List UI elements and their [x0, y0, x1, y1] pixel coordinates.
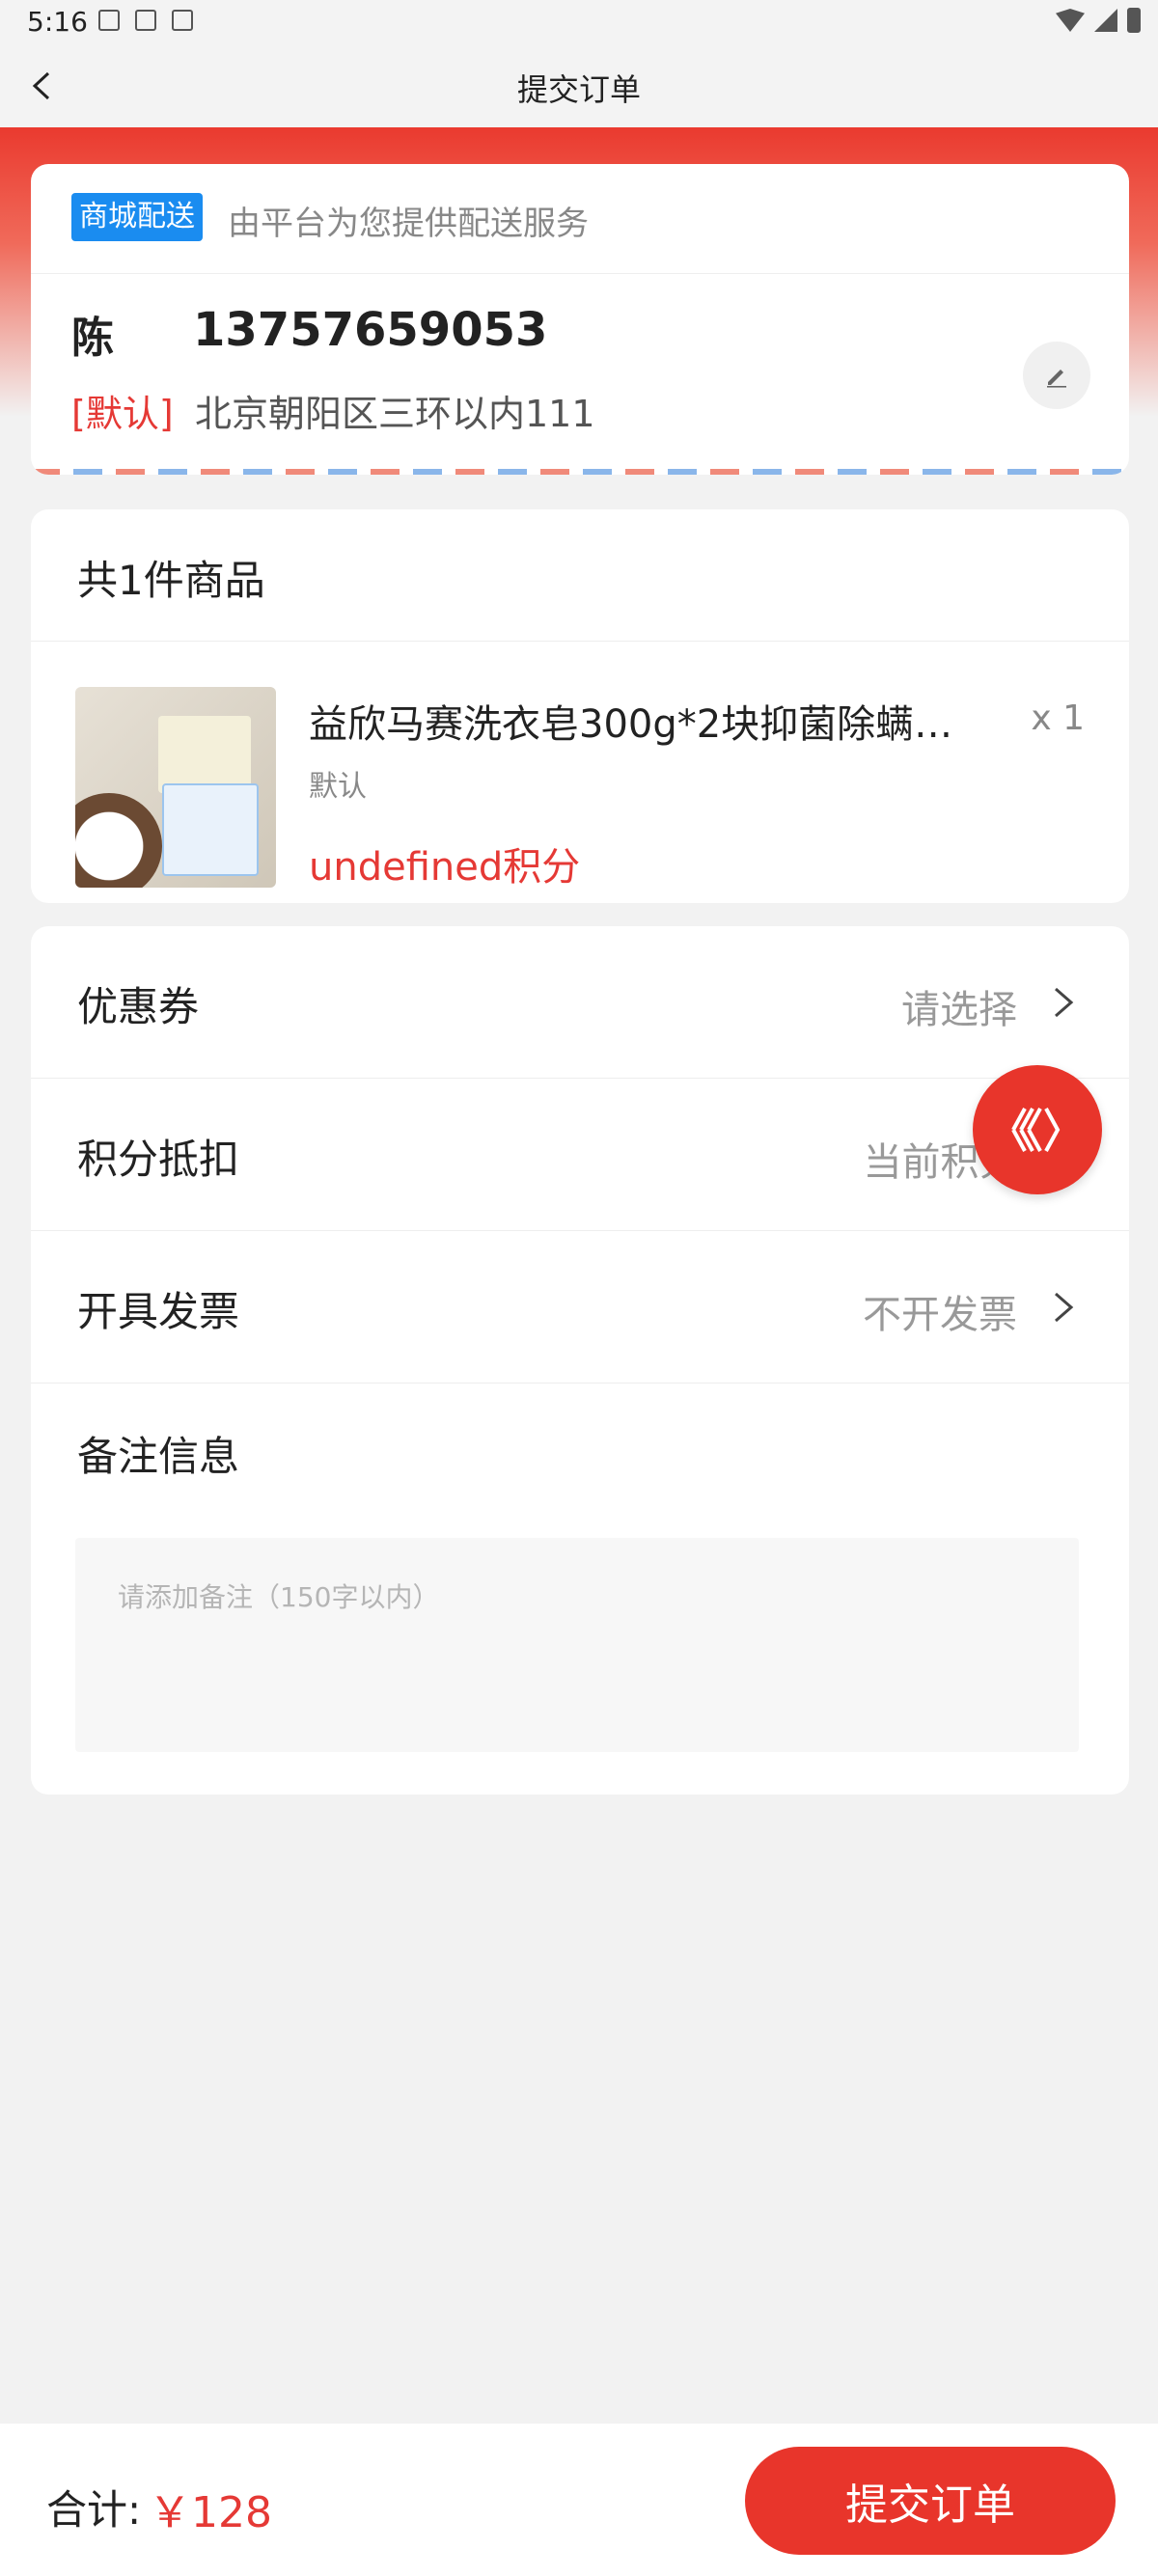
- recipient-phone: 13757659053: [193, 303, 548, 357]
- envelope-stripe: [31, 469, 1129, 475]
- total-label: 合计:: [46, 2486, 142, 2534]
- delivery-tag: 商城配送: [71, 193, 203, 241]
- app-notification-icon: [172, 10, 193, 31]
- default-address-tag: [默认]: [71, 393, 174, 435]
- page-title: 提交订单: [516, 71, 641, 108]
- divider: [31, 641, 1129, 642]
- invoice-row[interactable]: 开具发票 不开发票: [31, 1231, 1129, 1384]
- notification-icons: [98, 10, 193, 31]
- coconut-shape: [75, 793, 162, 888]
- status-bar: 5:16: [0, 0, 1158, 46]
- product-price: undefined积分: [309, 845, 581, 890]
- order-options-card: 优惠券 请选择 积分抵扣 当前积分0 开具发票 不开发票 备注信息: [31, 926, 1129, 1795]
- status-time: 5:16: [27, 6, 88, 38]
- download-notification-icon: [135, 10, 156, 31]
- product-spec: 默认: [309, 770, 367, 804]
- system-icons: [1056, 8, 1141, 33]
- soap-bar-shape: [158, 716, 251, 793]
- slashes-logo-icon: [1011, 1108, 1061, 1152]
- delivery-row: 商城配送 由平台为您提供配送服务: [31, 164, 1129, 274]
- invoice-label: 开具发票: [77, 1288, 240, 1335]
- battery-icon: [1127, 8, 1141, 33]
- coupon-value: 请选择: [901, 988, 1017, 1032]
- floating-assistant-button[interactable]: [973, 1065, 1102, 1194]
- edit-address-button[interactable]: [1023, 342, 1090, 409]
- total-price: ￥128: [149, 2488, 272, 2537]
- product-quantity: x 1: [1031, 699, 1085, 738]
- chevron-right-icon: [1055, 1292, 1074, 1323]
- pencil-icon: [1047, 370, 1066, 388]
- product-thumbnail[interactable]: [75, 687, 276, 888]
- address-text: 北京朝阳区三环以内111: [195, 393, 595, 435]
- remark-input[interactable]: [75, 1538, 1079, 1752]
- submit-order-button[interactable]: 提交订单: [745, 2447, 1116, 2555]
- product-title[interactable]: 益欣马赛洗衣皂300g*2块抑菌除螨…: [309, 693, 1023, 749]
- address-card[interactable]: 商城配送 由平台为您提供配送服务 陈 13757659053 [默认] 北京朝阳…: [31, 164, 1129, 475]
- remark-label: 备注信息: [77, 1433, 240, 1480]
- cellular-signal-icon: [1094, 9, 1117, 32]
- goods-card: 共1件商品 益欣马赛洗衣皂300g*2块抑菌除螨… x 1 默认 undefin…: [31, 509, 1129, 903]
- image-notification-icon: [98, 10, 120, 31]
- soap-box-shape: [162, 783, 259, 876]
- invoice-value: 不开发票: [863, 1293, 1017, 1337]
- bottom-bar: 合计: ￥128 提交订单: [0, 2424, 1158, 2576]
- delivery-description: 由平台为您提供配送服务: [228, 205, 589, 243]
- wifi-icon: [1056, 9, 1085, 32]
- recipient-name: 陈: [71, 314, 114, 363]
- points-label: 积分抵扣: [77, 1136, 240, 1183]
- chevron-right-icon: [1055, 987, 1074, 1018]
- coupon-label: 优惠券: [77, 983, 200, 1030]
- goods-count-heading: 共1件商品: [77, 557, 265, 604]
- points-row[interactable]: 积分抵扣 当前积分0: [31, 1079, 1129, 1231]
- coupon-row[interactable]: 优惠券 请选择: [31, 926, 1129, 1079]
- nav-bar: 提交订单: [0, 46, 1158, 127]
